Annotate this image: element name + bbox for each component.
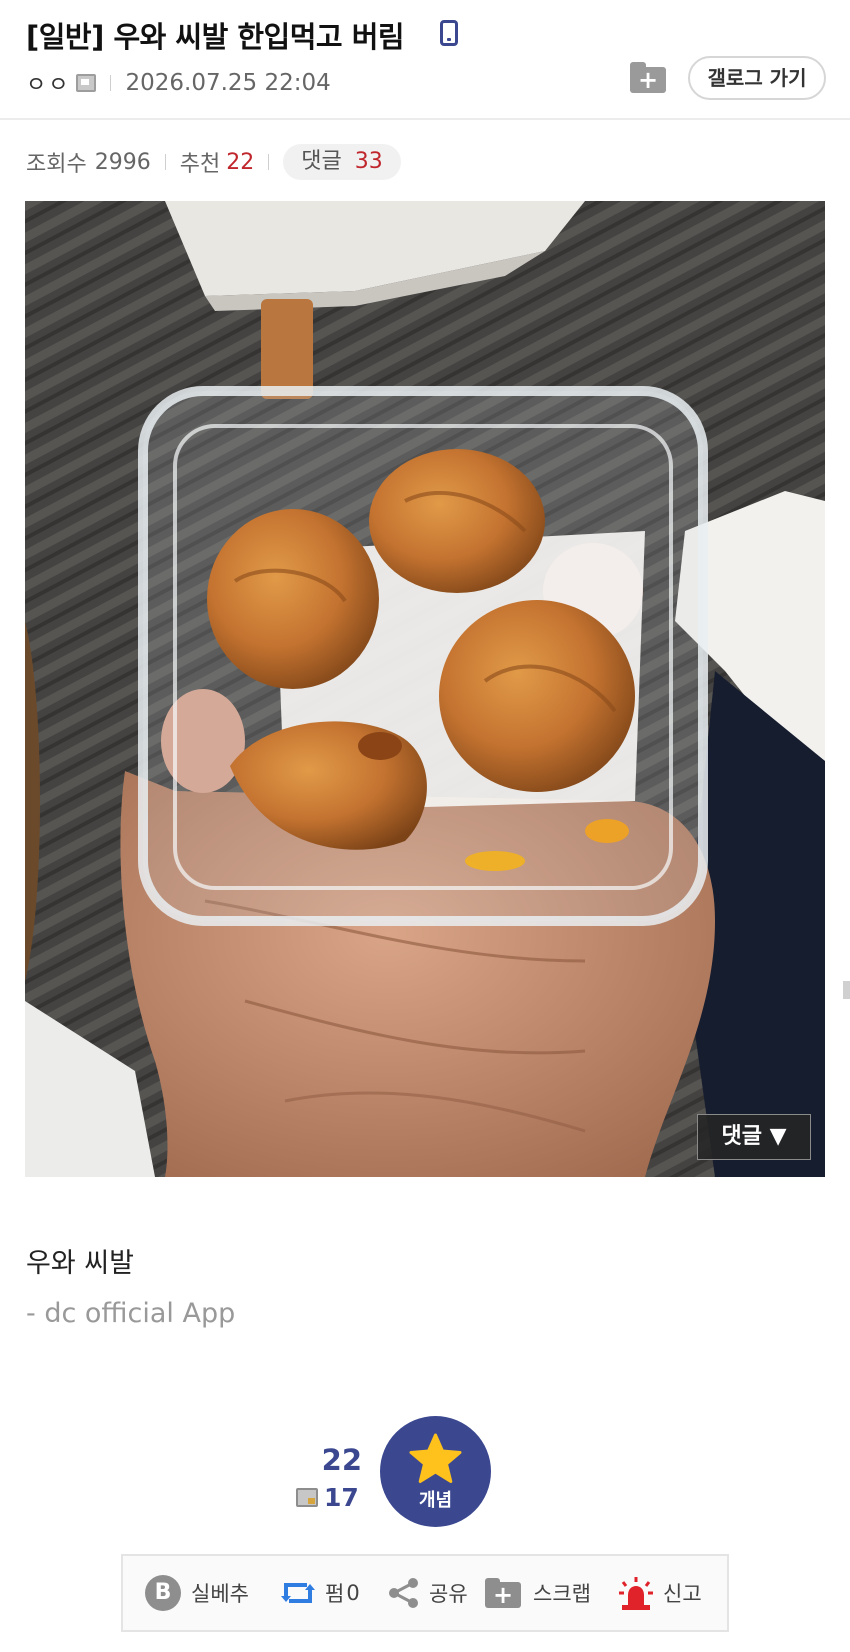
share-icon: [389, 1578, 418, 1608]
fixed-nick-icon: [296, 1487, 318, 1507]
report-button[interactable]: 신고: [617, 1556, 702, 1630]
gaenyum-label: 개념: [418, 1490, 453, 1511]
repost-button[interactable]: 펌 0: [279, 1556, 360, 1630]
retweet-icon: [281, 1583, 315, 1603]
post-title: [일반] 우와 씨발 한입먹고 버림: [26, 20, 405, 54]
post-stats: 조회수 2996 추천 22 댓글 33: [26, 143, 401, 181]
recommend-count: 22: [226, 149, 255, 175]
repost-label: 펌: [325, 1582, 345, 1606]
share-label: 공유: [429, 1582, 468, 1606]
star-icon: [409, 1433, 462, 1483]
fixed-nick-recommend: 17: [296, 1480, 359, 1514]
folder-plus-icon[interactable]: +: [628, 62, 668, 94]
share-button[interactable]: 공유: [387, 1556, 468, 1630]
comment-count: 33: [354, 149, 383, 174]
comment-label: 댓글: [301, 149, 342, 174]
gaenyum-recommend-button[interactable]: 개념: [380, 1416, 491, 1527]
post-body: 우와 씨발: [26, 1248, 134, 1279]
gallog-button[interactable]: 갤로그 가기: [688, 56, 826, 100]
views-count: 2996: [94, 149, 151, 175]
scrap-plus: +: [485, 1582, 521, 1608]
fluid-nick-icon: [76, 74, 97, 92]
repost-count: 0: [346, 1581, 360, 1605]
post-header: [일반] 우와 씨발 한입먹고 버림 ㅇㅇ 2026.07.25 22:04 +…: [0, 0, 850, 120]
report-label: 신고: [663, 1582, 702, 1606]
post-photo: 댓글 ▼: [25, 201, 825, 1177]
recommend-total: 22: [321, 1443, 362, 1477]
best-icon: B: [145, 1575, 181, 1611]
fixed-nick-count: 17: [324, 1482, 359, 1512]
post-date: 2026.07.25 22:04: [125, 70, 331, 96]
siren-icon: [619, 1577, 653, 1610]
recommend-label: 추천: [179, 152, 221, 177]
app-signature: - dc official App: [26, 1298, 236, 1329]
comment-count-button[interactable]: 댓글 33: [283, 144, 401, 180]
scrap-button[interactable]: + 스크랩: [485, 1556, 591, 1630]
scrap-label: 스크랩: [533, 1582, 591, 1606]
side-scroll-handle[interactable]: [843, 981, 850, 999]
views-label: 조회수: [26, 152, 87, 177]
folder-plus-icon: +: [485, 1578, 523, 1608]
photo-drawing: [25, 201, 825, 1177]
post-action-bar: B 실베추 펌 0 공유 + 스크랩 신고: [121, 1554, 729, 1632]
post-meta: ㅇㅇ 2026.07.25 22:04: [26, 66, 331, 100]
folder-plus-label: +: [630, 67, 666, 93]
stats-divider: [164, 154, 166, 170]
stats-divider: [268, 154, 270, 170]
comment-jump-button[interactable]: 댓글 ▼: [697, 1114, 811, 1160]
mobile-phone-icon: [440, 20, 458, 46]
meta-divider: [110, 75, 112, 91]
best-recommend-button[interactable]: B 실베추: [145, 1556, 249, 1630]
author-nickname[interactable]: ㅇㅇ: [26, 67, 70, 99]
best-label: 실베추: [191, 1582, 249, 1606]
